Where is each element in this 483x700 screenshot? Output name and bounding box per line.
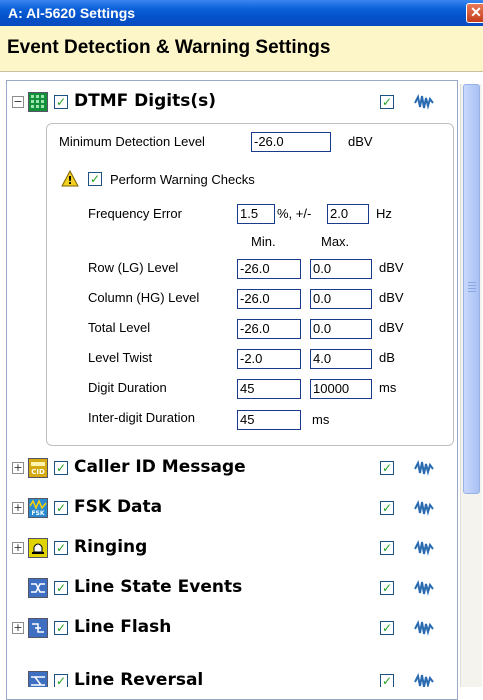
waveform-icon[interactable] <box>414 619 434 637</box>
line-state-warning-checkbox[interactable]: ✓ <box>380 581 394 595</box>
caller-id-icon: CID <box>28 458 48 478</box>
level-twist-label: Level Twist <box>88 350 153 365</box>
digit-duration-label: Digit Duration <box>88 380 167 395</box>
total-level-label: Total Level <box>88 320 151 335</box>
line-flash-enable-checkbox[interactable]: ✓ <box>54 621 68 635</box>
min-detection-unit: dBV <box>348 134 373 149</box>
column-hg-max-input[interactable]: 0.0 <box>310 289 372 309</box>
expand-fsk-button[interactable]: + <box>12 502 24 514</box>
section-fsk-data: + FSK ✓ FSK Data ✓ <box>0 493 452 523</box>
level-twist-min-input[interactable]: -2.0 <box>237 349 301 369</box>
svg-text:CID: CID <box>31 468 45 476</box>
expand-ringing-button[interactable]: + <box>12 542 24 554</box>
interdigit-duration-label: Inter-digit Duration <box>88 410 195 425</box>
waveform-icon[interactable] <box>414 93 434 111</box>
row-lg-unit: dBV <box>379 260 404 275</box>
close-button[interactable]: ✕ <box>466 3 483 23</box>
level-twist-unit: dB <box>379 350 395 365</box>
svg-text:!: ! <box>67 174 72 187</box>
dtmf-label: DTMF Digits(s) <box>74 91 216 111</box>
line-state-enable-checkbox[interactable]: ✓ <box>54 581 68 595</box>
fsk-warning-checkbox[interactable]: ✓ <box>380 501 394 515</box>
frequency-error-label: Frequency Error <box>88 206 182 221</box>
ringing-label: Ringing <box>74 537 148 557</box>
dtmf-warning-checkbox[interactable]: ✓ <box>380 95 394 109</box>
total-level-unit: dBV <box>379 320 404 335</box>
line-flash-label: Line Flash <box>74 617 172 637</box>
digit-duration-max-input[interactable]: 10000 <box>310 379 372 399</box>
window-titlebar: A: AI-5620 Settings ✕ <box>0 0 483 26</box>
dtmf-enable-checkbox[interactable]: ✓ <box>54 95 68 109</box>
fsk-enable-checkbox[interactable]: ✓ <box>54 501 68 515</box>
digit-duration-unit: ms <box>379 380 397 395</box>
interdigit-duration-input[interactable]: 45 <box>237 410 301 430</box>
dtmf-keypad-icon <box>28 92 48 112</box>
waveform-icon[interactable] <box>414 459 434 477</box>
warning-icon: ! <box>61 169 79 188</box>
min-detection-label: Minimum Detection Level <box>59 134 205 149</box>
ringing-icon <box>28 538 48 558</box>
window-title: A: AI-5620 Settings <box>8 5 136 21</box>
waveform-icon[interactable] <box>414 579 434 597</box>
page-title: Event Detection & Warning Settings <box>7 37 331 58</box>
total-level-max-input[interactable]: 0.0 <box>310 319 372 339</box>
caller-id-enable-checkbox[interactable]: ✓ <box>54 461 68 475</box>
line-flash-icon <box>28 618 48 638</box>
waveform-icon[interactable] <box>414 499 434 517</box>
frequency-error-percent-input[interactable]: 1.5 <box>237 204 275 224</box>
section-ringing: + ✓ Ringing ✓ <box>0 533 452 563</box>
line-reversal-icon <box>28 671 48 687</box>
page-header: Event Detection & Warning Settings <box>0 26 483 72</box>
fsk-label: FSK Data <box>74 497 163 517</box>
expand-line-flash-button[interactable]: + <box>12 622 24 634</box>
column-hg-min-input[interactable]: -26.0 <box>237 289 301 309</box>
frequency-error-unit: Hz <box>376 206 392 221</box>
section-line-flash: + ✓ Line Flash ✓ <box>0 613 452 643</box>
collapse-dtmf-button[interactable]: − <box>12 96 24 108</box>
line-state-icon <box>28 578 48 598</box>
caller-id-warning-checkbox[interactable]: ✓ <box>380 461 394 475</box>
row-lg-level-label: Row (LG) Level <box>88 260 179 275</box>
ringing-warning-checkbox[interactable]: ✓ <box>380 541 394 555</box>
fsk-icon: FSK <box>28 498 48 518</box>
section-caller-id: + CID ✓ Caller ID Message ✓ <box>0 453 452 483</box>
vertical-scrollbar[interactable] <box>460 84 482 687</box>
scrollbar-thumb[interactable] <box>463 84 480 494</box>
frequency-error-hz-input[interactable]: 2.0 <box>327 204 369 224</box>
waveform-icon[interactable] <box>414 672 434 687</box>
perform-warning-label: Perform Warning Checks <box>110 172 255 187</box>
line-flash-warning-checkbox[interactable]: ✓ <box>380 621 394 635</box>
frequency-error-separator: %, +/- <box>277 206 312 221</box>
close-icon: ✕ <box>470 4 482 20</box>
waveform-icon[interactable] <box>414 539 434 557</box>
level-twist-max-input[interactable]: 4.0 <box>310 349 372 369</box>
interdigit-duration-unit: ms <box>312 412 330 427</box>
min-detection-input[interactable]: -26.0 <box>251 132 331 152</box>
perform-warning-checkbox[interactable]: ✓ <box>88 172 102 186</box>
column-hg-level-label: Column (HG) Level <box>88 290 200 305</box>
column-hg-unit: dBV <box>379 290 404 305</box>
section-line-reversal: ✓ Line Reversal ✓ <box>0 653 452 687</box>
section-line-state-events: ✓ Line State Events ✓ <box>0 573 452 603</box>
expand-caller-id-button[interactable]: + <box>12 462 24 474</box>
svg-text:FSK: FSK <box>31 510 44 517</box>
row-lg-min-input[interactable]: -26.0 <box>237 259 301 279</box>
dtmf-settings-group: Minimum Detection Level -26.0 dBV ! ✓ Pe… <box>46 123 454 446</box>
max-column-header: Max. <box>321 234 350 249</box>
line-reversal-enable-checkbox[interactable]: ✓ <box>54 674 68 687</box>
digit-duration-min-input[interactable]: 45 <box>237 379 301 399</box>
row-lg-max-input[interactable]: 0.0 <box>310 259 372 279</box>
ringing-enable-checkbox[interactable]: ✓ <box>54 541 68 555</box>
min-column-header: Min. <box>251 234 276 249</box>
line-state-label: Line State Events <box>74 577 243 597</box>
line-reversal-label: Line Reversal <box>74 670 204 687</box>
section-dtmf: − ✓ DTMF Digits(s) ✓ <box>0 87 452 117</box>
line-reversal-warning-checkbox[interactable]: ✓ <box>380 674 394 687</box>
caller-id-label: Caller ID Message <box>74 457 246 477</box>
total-level-min-input[interactable]: -26.0 <box>237 319 301 339</box>
